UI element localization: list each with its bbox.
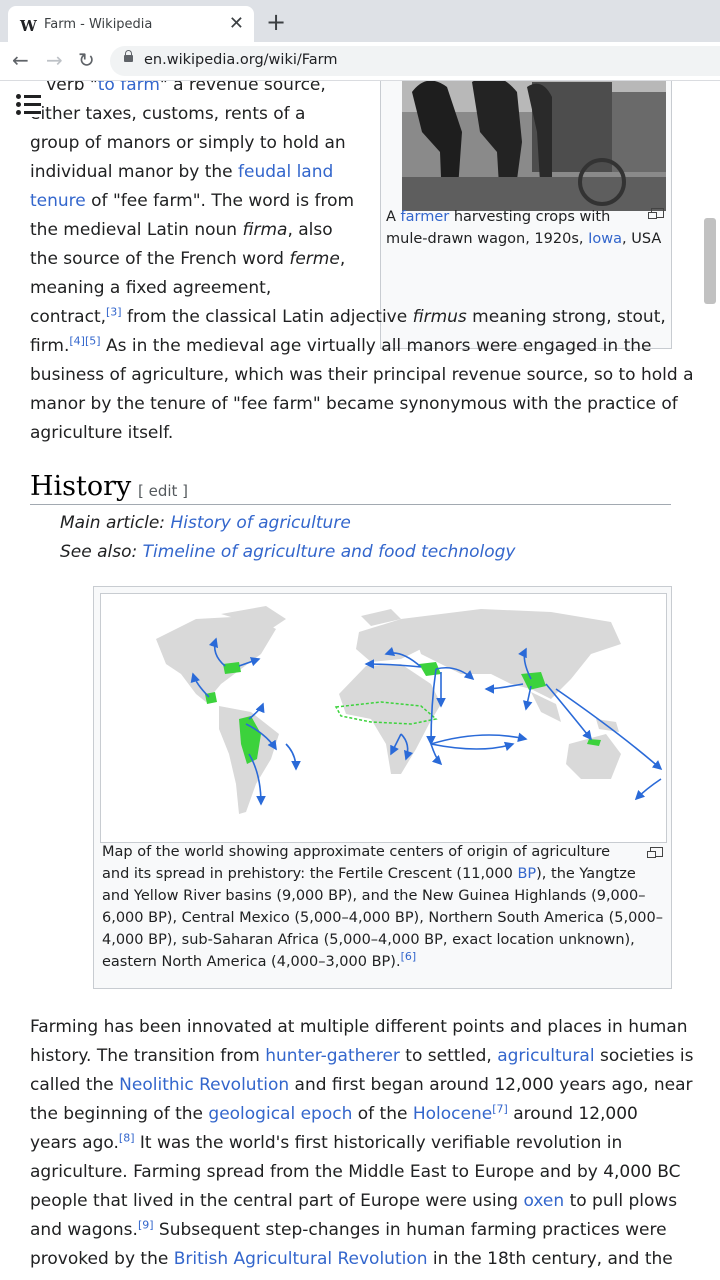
scrollbar-thumb[interactable]	[704, 218, 716, 304]
paragraph-line: verb "to farm" a revenue source,	[30, 81, 326, 100]
citation-link[interactable]: [9]	[138, 1218, 154, 1231]
world-map-image[interactable]	[100, 593, 667, 843]
british-agricultural-revolution-link[interactable]: British Agricultural Revolution	[174, 1249, 428, 1269]
paragraph-line: agriculture. Farming spread from the Mid…	[30, 1162, 681, 1182]
paragraph-line: provoked by the British Agricultural Rev…	[30, 1249, 673, 1269]
timeline-link[interactable]: Timeline of agriculture and food technol…	[143, 542, 516, 562]
paragraph-line: the medieval Latin noun firma, also	[30, 220, 333, 240]
paragraph-line: and wagons.[9] Subsequent step-changes i…	[30, 1218, 667, 1240]
citation-link[interactable]: [5]	[85, 334, 101, 347]
forward-icon[interactable]: →	[46, 48, 63, 72]
lock-icon	[124, 50, 133, 62]
figure-agriculture-map: Map of the world showing approximate cen…	[93, 586, 672, 989]
farmer-link[interactable]: farmer	[401, 209, 450, 225]
paragraph-line: business of agriculture, which was their…	[30, 365, 694, 385]
citation-link[interactable]: [4]	[69, 334, 85, 347]
paragraph-line: called the Neolithic Revolution and firs…	[30, 1075, 693, 1095]
paragraph-line: either taxes, customs, rents of a	[30, 104, 306, 124]
paragraph-line: Farming has been innovated at multiple d…	[30, 1017, 688, 1037]
iowa-link[interactable]: Iowa	[588, 231, 622, 247]
table-of-contents-icon[interactable]	[16, 93, 42, 117]
neolithic-revolution-link[interactable]: Neolithic Revolution	[119, 1075, 289, 1095]
geological-epoch-link[interactable]: geological epoch	[208, 1104, 352, 1124]
paragraph-line: the source of the French word ferme,	[30, 249, 346, 269]
see-also-hatnote: See also: Timeline of agriculture and fo…	[60, 542, 516, 562]
citation-link[interactable]: [6]	[401, 950, 417, 963]
article-content: A farmer harvesting crops with mule-draw…	[0, 81, 720, 1280]
tab-strip: W Farm - Wikipedia ✕ +	[0, 0, 720, 48]
to-farm-link[interactable]: to farm	[98, 81, 160, 95]
heading-divider	[30, 504, 671, 505]
figure-caption: Map of the world showing approximate cen…	[102, 844, 664, 970]
figure-caption: A farmer harvesting crops with mule-draw…	[386, 209, 662, 247]
toolbar: ← → ↻ en.wikipedia.org/wiki/Farm	[0, 42, 720, 81]
paragraph-line: tenure of "fee farm". The word is from	[30, 191, 355, 211]
url-text[interactable]: en.wikipedia.org/wiki/Farm	[144, 52, 337, 68]
back-icon[interactable]: ←	[12, 48, 29, 72]
oxen-link[interactable]: oxen	[524, 1191, 565, 1211]
wikipedia-favicon-icon: W	[20, 17, 37, 35]
paragraph-line: people that lived in the central part of…	[30, 1191, 678, 1211]
citation-link[interactable]: [7]	[492, 1102, 508, 1115]
tab-title: Farm - Wikipedia	[44, 17, 153, 32]
feudal-land-tenure-link[interactable]: feudal land	[238, 162, 333, 182]
holocene-link[interactable]: Holocene	[413, 1104, 492, 1124]
enlarge-icon[interactable]	[648, 208, 664, 219]
citation-link[interactable]: [8]	[119, 1131, 135, 1144]
paragraph-line: manor by the tenure of "fee farm" became…	[30, 394, 678, 414]
paragraph-line: years ago.[8] It was the world's first h…	[30, 1131, 623, 1153]
hunter-gatherer-link[interactable]: hunter-gatherer	[265, 1046, 400, 1066]
paragraph-line: individual manor by the feudal land	[30, 162, 334, 182]
new-tab-icon[interactable]: +	[266, 8, 286, 36]
paragraph-line: firm.[4][5] As in the medieval age virtu…	[30, 334, 652, 356]
reload-icon[interactable]: ↻	[78, 48, 95, 72]
section-heading-history: History	[30, 471, 132, 502]
bp-link[interactable]: BP	[517, 866, 536, 882]
paragraph-line: contract,[3] from the classical Latin ad…	[30, 305, 666, 327]
agricultural-link[interactable]: agricultural	[497, 1046, 594, 1066]
tenure-link[interactable]: tenure	[30, 191, 86, 211]
main-article-hatnote: Main article: History of agriculture	[60, 513, 351, 533]
history-of-agriculture-link[interactable]: History of agriculture	[170, 513, 350, 533]
paragraph-line: group of manors or simply to hold an	[30, 133, 346, 153]
address-bar[interactable]: en.wikipedia.org/wiki/Farm	[110, 46, 720, 76]
paragraph-line: the beginning of the geological epoch of…	[30, 1102, 638, 1124]
paragraph-line: meaning a fixed agreement,	[30, 278, 272, 298]
paragraph-line: history. The transition from hunter-gath…	[30, 1046, 694, 1066]
close-tab-icon[interactable]: ✕	[229, 13, 244, 34]
farmer-wagon-photo[interactable]	[402, 81, 666, 211]
citation-link[interactable]: [3]	[106, 305, 122, 318]
edit-section-link[interactable]: [ edit ]	[138, 482, 188, 500]
paragraph-line: agriculture itself.	[30, 423, 174, 443]
enlarge-icon[interactable]	[647, 847, 663, 858]
